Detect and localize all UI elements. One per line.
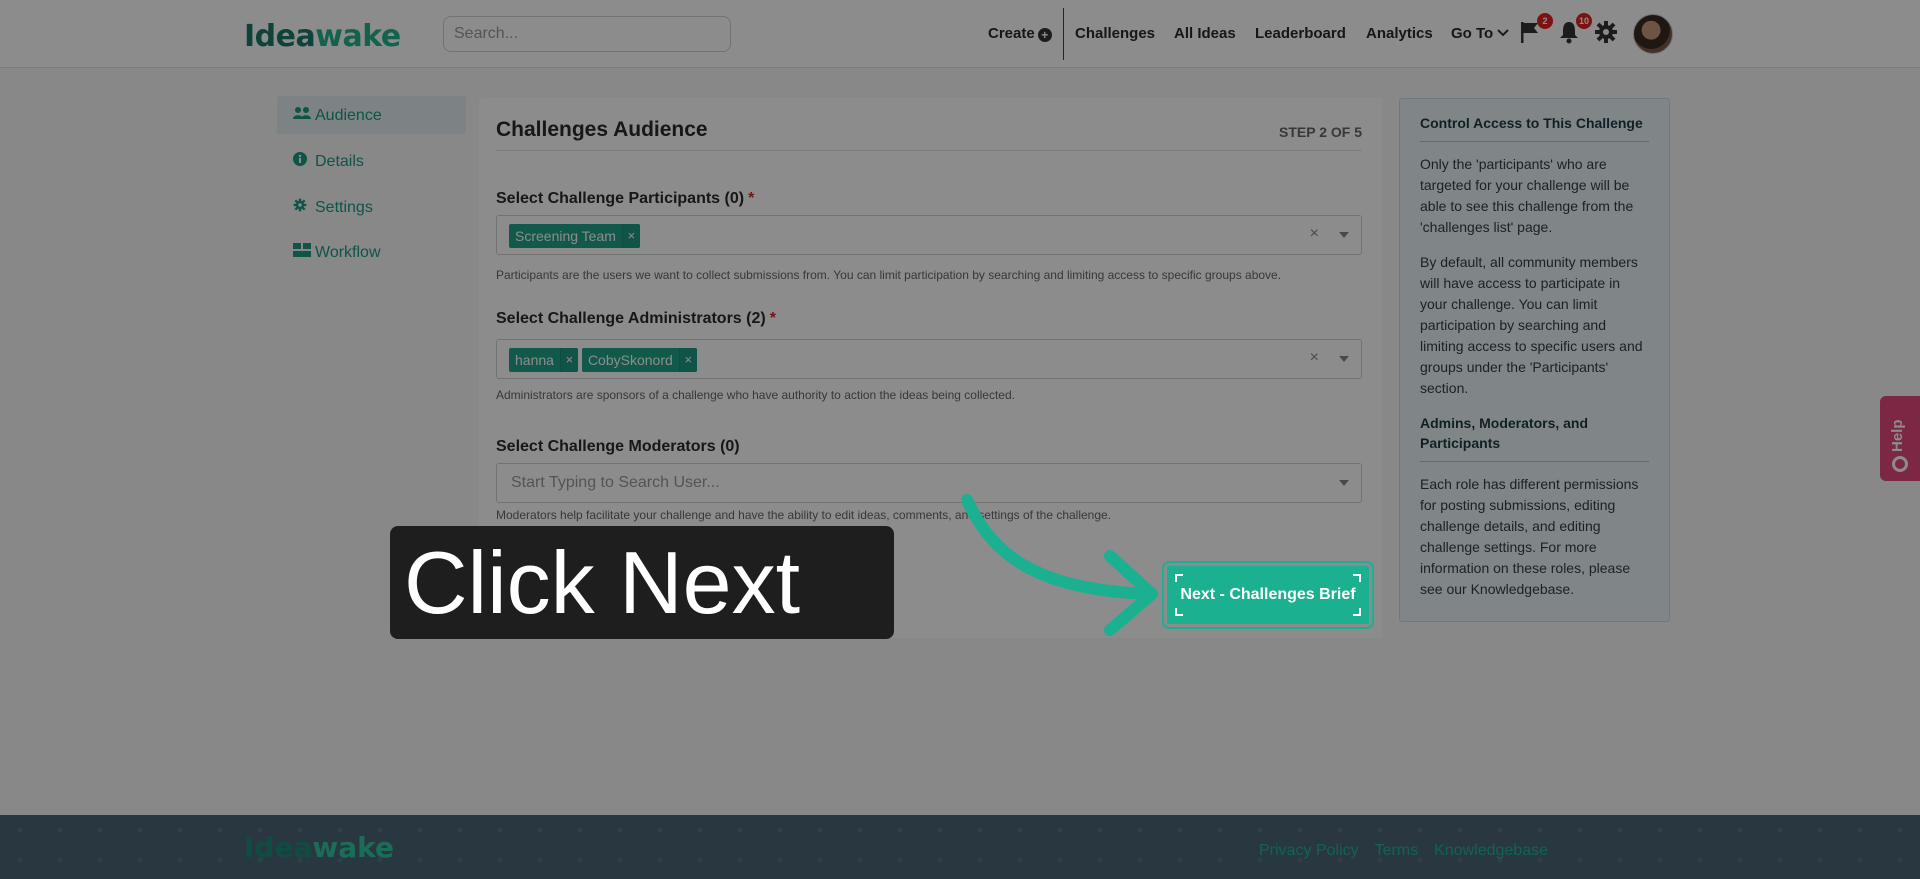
footer-link-knowledgebase[interactable]: Knowledgebase xyxy=(1434,842,1548,860)
caret-down-icon[interactable] xyxy=(1339,356,1349,362)
caret-down-icon[interactable] xyxy=(1339,232,1349,238)
panel-text: Each role has different permissions for … xyxy=(1420,476,1639,597)
users-icon xyxy=(293,96,311,134)
administrators-help: Administrators are sponsors of a challen… xyxy=(496,388,1015,402)
gear-icon xyxy=(1595,21,1617,43)
sidebar-item-label: Workflow xyxy=(315,244,381,261)
tutorial-callout: Click Next xyxy=(390,526,894,639)
nav-all-ideas[interactable]: All Ideas xyxy=(1174,25,1236,42)
curved-arrow-icon xyxy=(961,494,1158,636)
focus-corner xyxy=(1175,608,1183,616)
step-indicator: STEP 2 OF 5 xyxy=(1279,124,1362,140)
next-challenges-brief-button[interactable]: Next - Challenges Brief xyxy=(1162,561,1374,629)
focus-corner xyxy=(1353,574,1361,582)
sidebar-item-label: Details xyxy=(315,153,364,170)
page-title: Challenges Audience xyxy=(496,118,708,141)
top-header: Ideawake Create+ Challenges All Ideas Le… xyxy=(0,0,1920,68)
focus-corner xyxy=(1175,574,1183,582)
administrator-tag: CobySkonord × xyxy=(581,348,697,372)
clear-icon[interactable]: × xyxy=(1310,225,1319,243)
footer-link-privacy[interactable]: Privacy Policy xyxy=(1259,842,1359,860)
info-icon xyxy=(293,142,311,180)
notifications-button[interactable]: 10 xyxy=(1558,13,1592,46)
chevron-down-icon xyxy=(1497,29,1510,37)
settings-button[interactable] xyxy=(1594,20,1620,46)
administrators-label: Select Challenge Administrators (2) * xyxy=(496,310,776,327)
footer-link-terms[interactable]: Terms xyxy=(1375,842,1419,860)
nav-go-to[interactable]: Go To xyxy=(1451,25,1510,42)
flag-button[interactable]: 2 xyxy=(1519,13,1553,46)
user-avatar[interactable] xyxy=(1633,14,1673,54)
search-input[interactable] xyxy=(443,16,731,52)
bell-badge: 10 xyxy=(1575,13,1592,29)
lifebuoy-icon xyxy=(1892,456,1908,472)
panel-text: Only the 'participants' who are targeted… xyxy=(1420,156,1634,235)
help-tab[interactable]: Help xyxy=(1880,396,1920,481)
panel-text: By default, all community members will h… xyxy=(1420,254,1643,396)
remove-tag-icon[interactable]: × xyxy=(621,224,640,248)
administrators-select[interactable]: hanna × CobySkonord × × xyxy=(496,339,1362,379)
caret-down-icon[interactable] xyxy=(1339,480,1349,486)
moderators-label: Select Challenge Moderators (0) xyxy=(496,438,740,455)
sidebar-item-label: Settings xyxy=(315,199,373,216)
flag-badge: 2 xyxy=(1537,13,1553,29)
footer-links: Privacy Policy Terms Knowledgebase xyxy=(1259,842,1548,860)
remove-tag-icon[interactable]: × xyxy=(559,348,578,372)
focus-corner xyxy=(1353,608,1361,616)
clear-icon[interactable]: × xyxy=(1310,349,1319,367)
title-divider xyxy=(496,150,1362,151)
help-label: Help xyxy=(1889,419,1906,452)
sidebar-item-details[interactable]: Details xyxy=(277,142,466,180)
footer: Ideawake Privacy Policy Terms Knowledgeb… xyxy=(0,815,1920,879)
gear-icon xyxy=(293,188,311,226)
panel-heading: Control Access to This Challenge xyxy=(1420,113,1649,142)
remove-tag-icon[interactable]: × xyxy=(678,348,697,372)
participants-select[interactable]: Screening Team × × xyxy=(496,215,1362,255)
sidebar-item-workflow[interactable]: Workflow xyxy=(277,233,466,271)
participants-label: Select Challenge Participants (0) * xyxy=(496,190,755,207)
moderators-placeholder: Start Typing to Search User... xyxy=(511,474,720,491)
participants-help: Participants are the users we want to co… xyxy=(496,268,1282,282)
workflow-icon xyxy=(293,233,311,271)
create-menu[interactable]: Create + xyxy=(988,25,1052,42)
info-panel: Control Access to This Challenge Only th… xyxy=(1399,98,1670,622)
sidebar-item-settings[interactable]: Settings xyxy=(277,188,466,226)
nav-challenges[interactable]: Challenges xyxy=(1075,25,1155,42)
ideawake-logo[interactable]: Ideawake xyxy=(244,20,401,54)
panel-heading: Admins, Moderators, and Participants xyxy=(1420,413,1649,462)
sidebar-item-label: Audience xyxy=(315,107,382,124)
administrator-tag: hanna × xyxy=(509,348,578,372)
nav-analytics[interactable]: Analytics xyxy=(1366,25,1433,42)
moderators-select[interactable]: Start Typing to Search User... xyxy=(496,463,1362,503)
footer-logo[interactable]: Ideawake xyxy=(244,831,394,864)
nav-leaderboard[interactable]: Leaderboard xyxy=(1255,25,1346,42)
plus-circle-icon: + xyxy=(1037,28,1052,42)
participant-tag: Screening Team × xyxy=(509,224,640,248)
nav-divider xyxy=(1063,8,1064,60)
sidebar-item-audience[interactable]: Audience xyxy=(277,96,466,134)
